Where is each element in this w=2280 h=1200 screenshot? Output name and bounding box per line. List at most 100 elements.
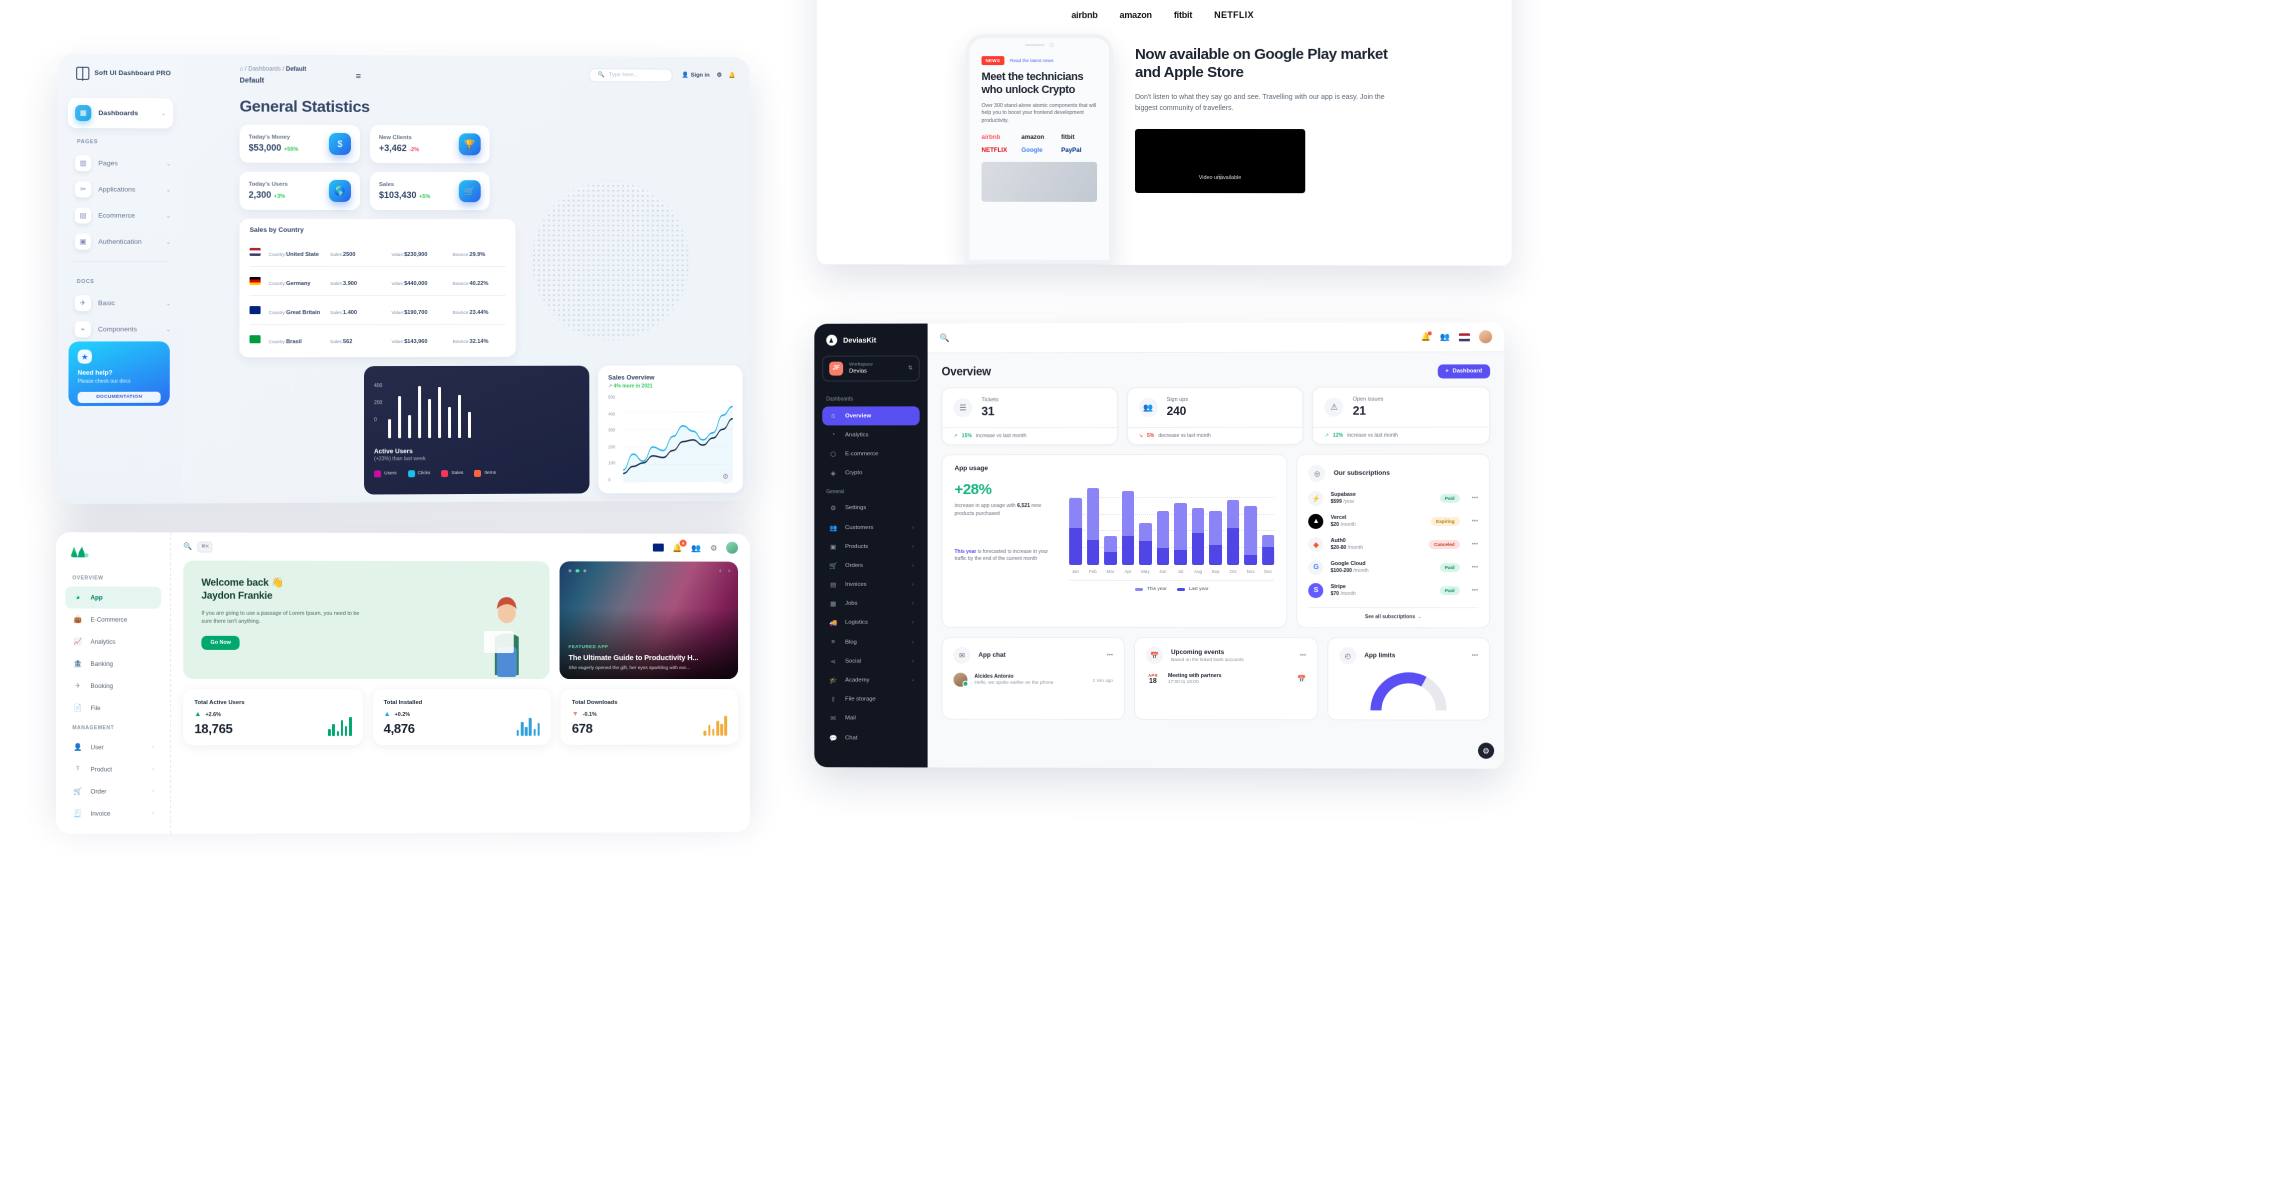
subscription-row[interactable]: G Google Cloud $100-200 /month Paid ••• xyxy=(1308,556,1478,579)
kpi-card-tickets[interactable]: ☰ Tickets 31 ↗ 15% increase vs last mont… xyxy=(941,387,1118,446)
bell-icon[interactable]: 🔔 4 xyxy=(673,539,687,552)
more-icon[interactable]: ••• xyxy=(1472,653,1478,659)
sidebar-item-crypto[interactable]: ◈ Crypto xyxy=(822,464,919,483)
table-row[interactable]: Country:Brasil Sales:562 Value:$143,960 … xyxy=(249,323,506,354)
sidebar-item-orders[interactable]: 🛒 Orders › xyxy=(822,556,919,575)
go-now-button[interactable]: Go Now xyxy=(201,636,240,651)
gear-icon[interactable]: ⚙ xyxy=(718,468,733,484)
more-icon[interactable]: ••• xyxy=(1467,495,1478,501)
flag-us[interactable] xyxy=(1458,332,1470,341)
sidebar-item-dashboards[interactable]: ▦ Dashboards ⌄ xyxy=(67,97,174,129)
sidebar-item-jobs[interactable]: ▦ Jobs › xyxy=(822,595,919,614)
sidebar-item-banking[interactable]: 🏦 Banking xyxy=(65,653,161,675)
search-icon[interactable]: 🔍 xyxy=(940,333,950,342)
sidebar-item-basic[interactable]: ✈ Basic ⌄ xyxy=(57,290,183,316)
featured-app-card[interactable]: ‹ › FEATURED APP The Ultimate Guide to P… xyxy=(559,561,739,680)
contacts-icon[interactable]: 👥 xyxy=(691,543,701,552)
table-row[interactable]: Country:Germany Sales:3.900 Value:$440,0… xyxy=(249,265,506,296)
event-row[interactable]: APR 18 Meeting with partners 17:00 to 18… xyxy=(1146,673,1306,685)
kpi-card-sign-ups[interactable]: 👥 Sign ups 240 ↘ 5% decrease vs last mon… xyxy=(1126,386,1304,446)
sidebar-item-blog[interactable]: ≡ Blog › xyxy=(822,633,919,652)
sidebar-item-invoice[interactable]: 🧾 Invoice › xyxy=(65,802,161,824)
sidebar-item-booking[interactable]: ✈ Booking xyxy=(65,675,161,697)
video-player[interactable]: ⓘ Video unavailable xyxy=(1135,128,1306,193)
sidebar-item-e-commerce[interactable]: 👜 E-Commerce xyxy=(65,609,161,631)
sidebar-item-logistics[interactable]: 🚚 Logistics › xyxy=(822,614,919,633)
breadcrumb-sep: / xyxy=(244,66,247,73)
chat-row[interactable]: Alcides Antonio Hello, we spoke earlier … xyxy=(953,672,1113,687)
kpi-card-open-issues[interactable]: ⚠ Open issues 21 ↗ 12% increase vs last … xyxy=(1312,386,1491,445)
subscription-row[interactable]: ▲ Vercel $20 /month Expiring ••• xyxy=(1308,510,1478,533)
sidebar-item-pages[interactable]: ▥ Pages ⌄ xyxy=(58,150,183,176)
home-icon[interactable]: ⌂ xyxy=(240,67,244,73)
sidebar-item-e-commerce[interactable]: ⬡ E-commerce xyxy=(822,445,919,464)
sidebar-item-user[interactable]: 👤 User › xyxy=(65,736,161,758)
sidebar-item-analytics[interactable]: 📈 Analytics xyxy=(65,631,161,653)
more-icon[interactable]: ••• xyxy=(1467,518,1478,524)
contacts-icon[interactable]: 👥 xyxy=(1440,332,1450,341)
documentation-button[interactable]: DOCUMENTATION xyxy=(77,391,161,403)
sidebar-item-file[interactable]: 📄 File xyxy=(65,697,161,719)
subscription-row[interactable]: S Stripe $70 /month Paid ••• xyxy=(1308,579,1478,602)
stat-card-sales[interactable]: Sales $103,430 +5% 🛒 xyxy=(369,172,490,211)
sign-in-link[interactable]: 👤 Sign in xyxy=(682,73,710,79)
sidebar-item-analytics[interactable]: ◔ Analytics xyxy=(822,425,919,444)
sidebar-item-academy[interactable]: 🎓 Academy › xyxy=(822,671,919,690)
stat-card-new-clients[interactable]: New Clients +3,462 -2% 🏆 xyxy=(369,125,490,164)
sidebar-item-chat[interactable]: 💬 Chat xyxy=(822,728,919,747)
sidebar-item-ecommerce[interactable]: ▤ Ecommerce ⌄ xyxy=(58,202,184,228)
more-icon[interactable]: ••• xyxy=(1467,541,1478,547)
sidebar-item-mail[interactable]: ✉ Mail xyxy=(822,709,919,728)
minimal-logo[interactable] xyxy=(70,544,87,557)
bell-icon[interactable]: 🔔 xyxy=(1421,331,1432,341)
see-all-subscriptions-link[interactable]: See all subscriptions → xyxy=(1308,607,1479,621)
subscription-row[interactable]: ◈ Auth0 $20-80 /month Canceled ••• xyxy=(1308,533,1478,556)
sidebar-item-settings[interactable]: ⚙ Settings xyxy=(822,499,919,518)
calendar-icon[interactable]: 📅 xyxy=(1297,675,1306,683)
soft-ui-brand[interactable]: Soft UI Dashboard PRO xyxy=(58,54,183,91)
breadcrumb-parent[interactable]: Dashboards xyxy=(248,67,280,73)
sidebar-item-social[interactable]: ⋖ Social › xyxy=(822,652,919,671)
dashboard-button[interactable]: + Dashboard xyxy=(1437,364,1491,379)
gear-icon[interactable]: ⚙ xyxy=(717,73,722,79)
gear-icon[interactable]: ⚙ xyxy=(710,543,717,552)
devias-brand[interactable]: DeviasKit xyxy=(822,324,919,356)
stat-card-total-active-users[interactable]: Total Active Users ▲ +2.6% 18,765 xyxy=(183,689,363,746)
hamburger-icon[interactable]: ≡ xyxy=(356,71,361,81)
sidebar-item-products[interactable]: ▣ Products › xyxy=(822,537,919,556)
search-bar[interactable]: 🔍 ⌘K xyxy=(183,541,213,553)
carousel-dots[interactable] xyxy=(568,569,587,573)
subscription-row[interactable]: ⚡ Supabase $599 /year Paid ••• xyxy=(1308,487,1478,510)
table-row[interactable]: Country:United State Sales:2500 Value:$2… xyxy=(249,238,506,266)
stat-card-total-downloads[interactable]: Total Downloads ▼ -0.1% 678 xyxy=(560,688,739,745)
workspace-switcher[interactable]: JF Workspace Devias ⇅ xyxy=(822,355,920,382)
avatar[interactable] xyxy=(1479,330,1493,344)
sidebar-item-overview[interactable]: ⌂ Overview xyxy=(822,406,920,426)
table-row[interactable]: Country:Great Britain Sales:1.400 Value:… xyxy=(249,294,506,325)
sidebar-item-components[interactable]: ⌁ Components ⌄ xyxy=(57,316,183,342)
more-icon[interactable]: ••• xyxy=(1467,565,1478,571)
sidebar-item-app[interactable]: ◕ App xyxy=(65,586,162,609)
flag-gb[interactable] xyxy=(652,543,664,552)
chevron-right-icon[interactable]: › xyxy=(728,569,730,575)
more-icon[interactable]: ••• xyxy=(1467,588,1478,594)
settings-fab-icon[interactable]: ⚙ xyxy=(1478,742,1495,759)
sidebar-item-file-storage[interactable]: ⇪ File storage xyxy=(822,690,919,709)
sidebar-item-product[interactable]: ⍒ Product › xyxy=(65,758,161,780)
avatar[interactable] xyxy=(726,541,739,554)
more-icon[interactable]: ••• xyxy=(1107,652,1113,658)
search-input[interactable]: 🔍 Type here... xyxy=(589,68,674,83)
stat-card-todays-money[interactable]: Today's Money $53,000 +55% $ xyxy=(239,124,360,163)
legend-item: Sales xyxy=(441,470,463,478)
news-link[interactable]: Read the latest news xyxy=(1010,58,1054,63)
chevron-left-icon[interactable]: ‹ xyxy=(719,569,721,575)
more-icon[interactable]: ••• xyxy=(1300,653,1306,659)
sidebar-item-applications[interactable]: ✂ Applications ⌄ xyxy=(58,176,183,202)
stat-card-todays-users[interactable]: Today's Users 2,300 +3% 🌎 xyxy=(239,171,360,210)
sidebar-item-authentication[interactable]: ▣ Authentication ⌄ xyxy=(58,229,184,255)
bell-icon[interactable]: 🔔 xyxy=(729,73,736,79)
sidebar-item-customers[interactable]: 👥 Customers › xyxy=(822,518,919,537)
sidebar-item-order[interactable]: 🛒 Order › xyxy=(65,780,161,802)
stat-card-total-installed[interactable]: Total Installed ▲ +0.2% 4,876 xyxy=(372,688,551,746)
sidebar-item-invoices[interactable]: ▤ Invoices › xyxy=(822,575,919,594)
